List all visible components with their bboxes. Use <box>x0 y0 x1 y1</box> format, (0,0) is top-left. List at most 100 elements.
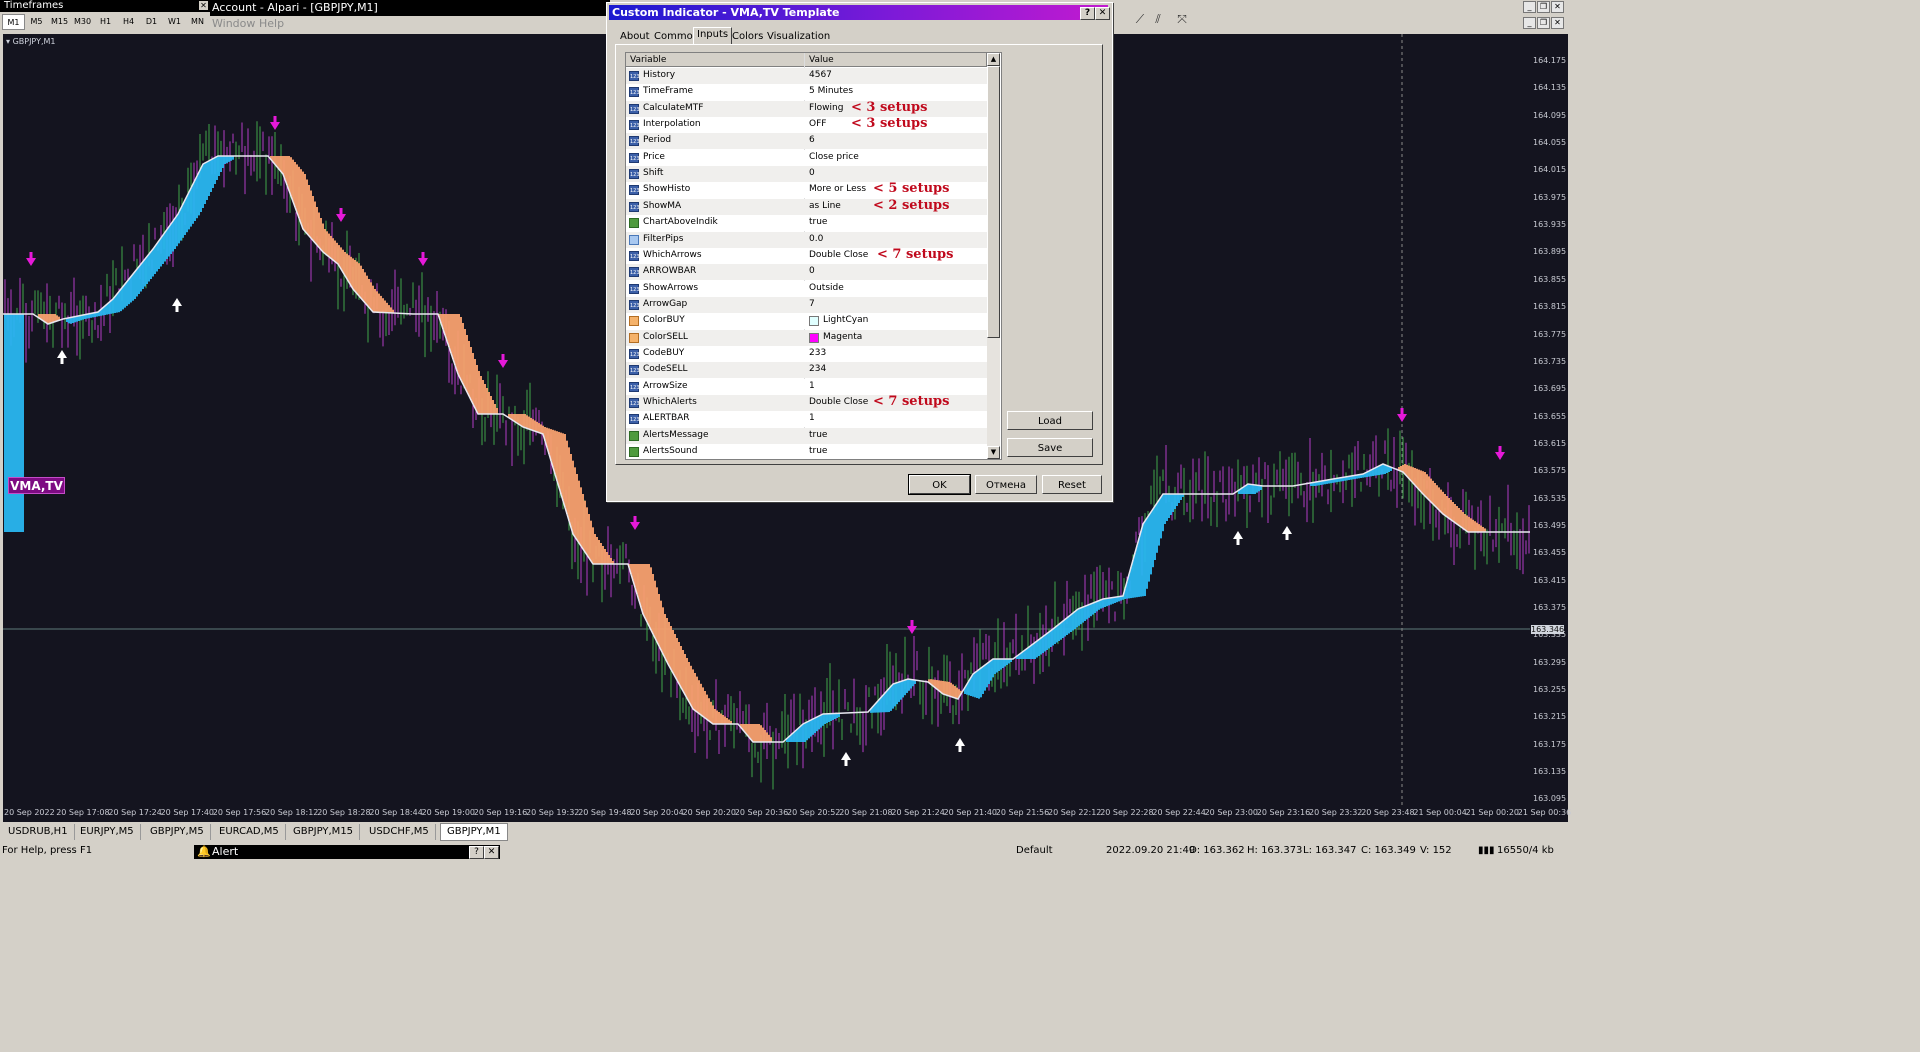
load-button[interactable]: Load <box>1007 411 1093 430</box>
timeframe-button-h4[interactable]: H4 <box>117 14 140 30</box>
menu-help[interactable]: Help <box>259 17 284 30</box>
scroll-up-icon[interactable]: ▲ <box>987 53 1000 66</box>
input-value[interactable]: 1 <box>809 413 815 423</box>
input-row[interactable]: 123 ALERTBAR 1 <box>626 411 987 428</box>
timeframe-button-mn[interactable]: MN <box>186 14 209 30</box>
input-row[interactable]: 123 CodeBUY 233 <box>626 345 987 362</box>
color-swatch[interactable] <box>809 332 819 343</box>
tab-inputs[interactable]: Inputs <box>693 27 733 45</box>
grid-scrollbar[interactable]: ▲ ▼ <box>987 53 1000 459</box>
symbol-tab[interactable]: GBPJPY,M1 <box>440 823 508 841</box>
input-value[interactable]: 233 <box>809 348 826 358</box>
input-row[interactable]: 123 ARROWBAR 0 <box>626 264 987 281</box>
symbol-tab[interactable]: USDRUB,H1 <box>2 824 75 840</box>
input-row[interactable]: FilterPips 0.0 <box>626 231 987 248</box>
chart-restore-icon[interactable]: ❐ <box>1537 17 1550 29</box>
input-value[interactable]: 0 <box>809 168 815 178</box>
restore-icon[interactable]: ❐ <box>1537 1 1550 13</box>
scroll-down-icon[interactable]: ▼ <box>987 446 1000 459</box>
symbol-tab[interactable]: EURCAD,M5 <box>213 824 286 840</box>
symbol-tab[interactable]: EURJPY,M5 <box>74 824 141 840</box>
input-row[interactable]: 123 Interpolation OFF < 3 setups <box>626 116 987 134</box>
alert-help-icon[interactable]: ? <box>469 846 484 859</box>
input-value[interactable]: 234 <box>809 364 826 374</box>
input-value[interactable]: 0.0 <box>809 234 823 244</box>
close-icon[interactable]: ✕ <box>1551 1 1564 13</box>
timeframe-button-m15[interactable]: M15 <box>48 14 71 30</box>
dialog-close-icon[interactable]: ✕ <box>1095 7 1110 20</box>
timeframe-button-m1[interactable]: M1 <box>2 14 25 30</box>
input-row[interactable]: 123 TimeFrame 5 Minutes <box>626 84 987 101</box>
input-row[interactable]: 123 CodeSELL 234 <box>626 362 987 379</box>
input-row[interactable]: 123 ShowArrows Outside <box>626 280 987 297</box>
input-row[interactable]: 123 History 4567 <box>626 68 987 84</box>
input-value[interactable]: 7 <box>809 299 815 309</box>
input-row[interactable]: ColorSELL Magenta <box>626 329 987 346</box>
alert-close-icon[interactable]: ✕ <box>484 846 499 859</box>
chart-close-icon[interactable]: ✕ <box>1551 17 1564 29</box>
input-row[interactable]: 123 ArrowGap 7 <box>626 296 987 313</box>
input-row[interactable]: 123 CalculateMTF Flowing < 3 setups <box>626 100 987 117</box>
input-row[interactable]: 123 ShowMA as Line < 2 setups <box>626 198 987 215</box>
input-value[interactable]: Double Close <box>809 397 868 407</box>
input-value[interactable]: 1 <box>809 381 815 391</box>
input-value[interactable]: 0 <box>809 266 815 276</box>
tab-visualization[interactable]: Visualization <box>764 30 833 44</box>
input-value[interactable]: Flowing <box>809 103 843 113</box>
input-row[interactable]: 123 ShowHisto More or Less < 5 setups <box>626 181 987 199</box>
menu-window[interactable]: Window <box>212 17 255 30</box>
input-row[interactable]: 123 Price Close price <box>626 149 987 166</box>
input-value[interactable]: Double Close <box>809 250 868 260</box>
input-value[interactable]: true <box>809 430 827 440</box>
reset-button[interactable]: Reset <box>1042 475 1102 494</box>
input-row[interactable]: AlertsSound true <box>626 444 987 459</box>
input-value[interactable]: true <box>809 446 827 456</box>
input-value[interactable]: Close price <box>809 152 859 162</box>
input-row[interactable]: 123 ArrowSize 1 <box>626 378 987 395</box>
time-axis[interactable]: 20 Sep 2022 20 Sep 17:08 20 Sep 17:24 20 Se… <box>3 806 1571 822</box>
input-value[interactable]: Outside <box>809 283 844 293</box>
input-row[interactable]: 123 Period 6 <box>626 133 987 150</box>
tab-about[interactable]: About <box>617 30 653 44</box>
symbol-tab[interactable]: GBPJPY,M15 <box>287 824 361 840</box>
scroll-thumb[interactable] <box>987 66 1000 338</box>
chart-minimize-icon[interactable]: _ <box>1523 17 1536 29</box>
input-value[interactable]: Magenta <box>823 332 862 342</box>
line-tool-icon[interactable]: ⟋ <box>1132 12 1148 26</box>
color-swatch[interactable] <box>809 316 819 327</box>
timeframe-button-h1[interactable]: H1 <box>94 14 117 30</box>
input-value[interactable]: 4567 <box>809 70 832 80</box>
input-value[interactable]: LightCyan <box>823 315 868 325</box>
save-button[interactable]: Save <box>1007 438 1093 457</box>
timeframes-close-icon[interactable]: ✕ <box>199 1 208 10</box>
input-row[interactable]: ChartAboveIndik true <box>626 215 987 232</box>
timeframe-button-d1[interactable]: D1 <box>140 14 163 30</box>
column-value[interactable]: Value <box>805 53 987 67</box>
price-axis[interactable]: 164.175 164.135 164.095 164.055 164.015 163.9… <box>1530 34 1568 806</box>
input-row[interactable]: 123 WhichArrows Double Close < 7 setups <box>626 247 987 264</box>
input-row[interactable]: ColorBUY LightCyan <box>626 313 987 330</box>
timeframe-button-m5[interactable]: M5 <box>25 14 48 30</box>
input-value[interactable]: OFF <box>809 119 826 129</box>
input-row[interactable]: 123 WhichAlerts Double Close < 7 setups <box>626 394 987 411</box>
input-value[interactable]: 5 Minutes <box>809 86 853 96</box>
symbol-tab[interactable]: GBPJPY,M5 <box>144 824 211 840</box>
input-value[interactable]: true <box>809 217 827 227</box>
column-variable[interactable]: Variable <box>626 53 805 67</box>
inputs-grid[interactable]: Variable Value 123 History 4567 123 TimeFram… <box>625 52 1002 460</box>
timeframe-button-m30[interactable]: M30 <box>71 14 94 30</box>
alert-window-bar[interactable]: 🔔 Alert ? ✕ <box>194 845 500 859</box>
minimize-icon[interactable]: _ <box>1523 1 1536 13</box>
help-icon[interactable]: ? <box>1080 7 1095 20</box>
shapes-tool-icon[interactable]: ⤧ <box>1174 12 1190 26</box>
input-value[interactable]: as Line <box>809 201 841 211</box>
timeframe-button-w1[interactable]: W1 <box>163 14 186 30</box>
ok-button[interactable]: OK <box>908 474 971 495</box>
tab-colors[interactable]: Colors <box>729 30 766 44</box>
input-value[interactable]: 6 <box>809 135 815 145</box>
input-row[interactable]: 123 Shift 0 <box>626 166 987 183</box>
fibo-tool-icon[interactable]: ⫽ <box>1150 12 1166 26</box>
cancel-button[interactable]: Отмена <box>975 475 1037 494</box>
input-value[interactable]: More or Less <box>809 184 866 194</box>
symbol-tab[interactable]: USDCHF,M5 <box>363 824 436 840</box>
